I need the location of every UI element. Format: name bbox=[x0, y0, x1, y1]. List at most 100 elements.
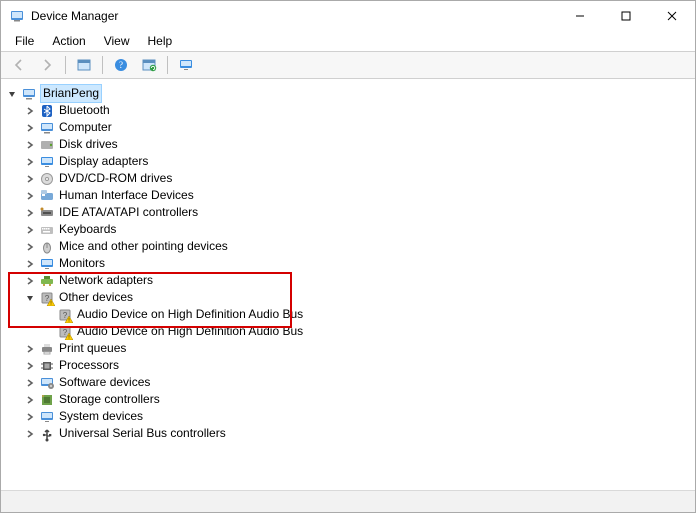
app-icon bbox=[9, 8, 25, 24]
node-label: DVD/CD-ROM drives bbox=[59, 170, 172, 187]
toolbar-monitor-button[interactable] bbox=[174, 54, 198, 76]
svg-text:?: ? bbox=[45, 294, 50, 303]
expand-toggle[interactable] bbox=[23, 359, 37, 373]
tree-node[interactable]: Computer bbox=[5, 119, 691, 136]
node-label: Universal Serial Bus controllers bbox=[59, 425, 226, 442]
expand-toggle[interactable] bbox=[23, 376, 37, 390]
tree-node[interactable]: Processors bbox=[5, 357, 691, 374]
tree-node[interactable]: System devices bbox=[5, 408, 691, 425]
computer-cat-icon bbox=[39, 120, 55, 136]
toolbar: ? bbox=[1, 51, 695, 79]
storage-icon bbox=[39, 392, 55, 408]
menubar: File Action View Help bbox=[1, 31, 695, 51]
tree-node[interactable]: Storage controllers bbox=[5, 391, 691, 408]
other-dev-icon: ?! bbox=[57, 307, 73, 323]
maximize-button[interactable] bbox=[603, 1, 649, 31]
node-label: Network adapters bbox=[59, 272, 153, 289]
expand-toggle[interactable] bbox=[23, 410, 37, 424]
tree-node[interactable]: Mice and other pointing devices bbox=[5, 238, 691, 255]
node-label: Storage controllers bbox=[59, 391, 160, 408]
printer-icon bbox=[39, 341, 55, 357]
tree-node[interactable]: Print queues bbox=[5, 340, 691, 357]
minimize-button[interactable] bbox=[557, 1, 603, 31]
toolbar-refresh-button[interactable] bbox=[137, 54, 161, 76]
menu-file[interactable]: File bbox=[7, 32, 42, 50]
node-label: Processors bbox=[59, 357, 119, 374]
tree-node[interactable]: ?! Audio Device on High Definition Audio… bbox=[5, 306, 691, 323]
node-label: Bluetooth bbox=[59, 102, 110, 119]
collapse-toggle[interactable] bbox=[5, 87, 19, 101]
cpu-icon bbox=[39, 358, 55, 374]
expand-toggle[interactable] bbox=[23, 240, 37, 254]
expand-toggle[interactable] bbox=[23, 138, 37, 152]
tree-node[interactable]: Monitors bbox=[5, 255, 691, 272]
node-label: Audio Device on High Definition Audio Bu… bbox=[77, 323, 303, 340]
node-label: Software devices bbox=[59, 374, 150, 391]
tree-node[interactable]: BrianPeng bbox=[5, 85, 691, 102]
tree-node[interactable]: Keyboards bbox=[5, 221, 691, 238]
expand-toggle[interactable] bbox=[23, 155, 37, 169]
node-label: Keyboards bbox=[59, 221, 116, 238]
tree-node[interactable]: Software devices bbox=[5, 374, 691, 391]
expand-toggle[interactable] bbox=[23, 274, 37, 288]
tree-node[interactable]: Universal Serial Bus controllers bbox=[5, 425, 691, 442]
toolbar-show-hidden-button[interactable] bbox=[72, 54, 96, 76]
expand-toggle[interactable] bbox=[23, 342, 37, 356]
network-icon bbox=[39, 273, 55, 289]
device-tree: BrianPeng Bluetooth Computer Disk drives… bbox=[1, 79, 695, 448]
tree-node[interactable]: Bluetooth bbox=[5, 102, 691, 119]
computer-icon bbox=[21, 86, 37, 102]
tree-node[interactable]: DVD/CD-ROM drives bbox=[5, 170, 691, 187]
expand-toggle[interactable] bbox=[23, 172, 37, 186]
expand-toggle[interactable] bbox=[23, 393, 37, 407]
keyboard-icon bbox=[39, 222, 55, 238]
menu-action[interactable]: Action bbox=[44, 32, 93, 50]
close-button[interactable] bbox=[649, 1, 695, 31]
expand-toggle[interactable] bbox=[23, 427, 37, 441]
toolbar-help-button[interactable]: ? bbox=[109, 54, 133, 76]
hid-icon bbox=[39, 188, 55, 204]
system-icon bbox=[39, 409, 55, 425]
node-label: Print queues bbox=[59, 340, 126, 357]
toolbar-forward-button[interactable] bbox=[35, 54, 59, 76]
disk-icon bbox=[39, 137, 55, 153]
node-label: Other devices bbox=[59, 289, 133, 306]
menu-view[interactable]: View bbox=[96, 32, 138, 50]
expand-toggle[interactable] bbox=[23, 104, 37, 118]
monitor-cat-icon bbox=[39, 256, 55, 272]
node-label: Disk drives bbox=[59, 136, 118, 153]
node-label: Audio Device on High Definition Audio Bu… bbox=[77, 306, 303, 323]
expand-toggle[interactable] bbox=[23, 223, 37, 237]
display-icon bbox=[39, 154, 55, 170]
statusbar bbox=[1, 490, 695, 512]
expand-toggle[interactable] bbox=[23, 257, 37, 271]
ide-icon bbox=[39, 205, 55, 221]
tree-node[interactable]: Network adapters bbox=[5, 272, 691, 289]
optical-icon bbox=[39, 171, 55, 187]
usb-icon bbox=[39, 426, 55, 442]
toolbar-back-button[interactable] bbox=[7, 54, 31, 76]
tree-panel[interactable]: BrianPeng Bluetooth Computer Disk drives… bbox=[1, 79, 695, 490]
other-dev-icon: ?! bbox=[57, 324, 73, 340]
tree-node[interactable]: IDE ATA/ATAPI controllers bbox=[5, 204, 691, 221]
toolbar-separator bbox=[65, 56, 66, 74]
tree-node[interactable]: Display adapters bbox=[5, 153, 691, 170]
software-icon bbox=[39, 375, 55, 391]
tree-node[interactable]: ?! Other devices bbox=[5, 289, 691, 306]
tree-node[interactable]: ?! Audio Device on High Definition Audio… bbox=[5, 323, 691, 340]
node-label: Monitors bbox=[59, 255, 105, 272]
expand-toggle[interactable] bbox=[23, 206, 37, 220]
svg-text:?: ? bbox=[63, 328, 68, 337]
toolbar-separator bbox=[167, 56, 168, 74]
node-label: IDE ATA/ATAPI controllers bbox=[59, 204, 198, 221]
bluetooth-icon bbox=[39, 103, 55, 119]
expand-toggle[interactable] bbox=[23, 189, 37, 203]
node-label: Human Interface Devices bbox=[59, 187, 194, 204]
collapse-toggle[interactable] bbox=[23, 291, 37, 305]
menu-help[interactable]: Help bbox=[140, 32, 181, 50]
other-icon: ?! bbox=[39, 290, 55, 306]
tree-node[interactable]: Disk drives bbox=[5, 136, 691, 153]
tree-node[interactable]: Human Interface Devices bbox=[5, 187, 691, 204]
node-label: System devices bbox=[59, 408, 143, 425]
expand-toggle[interactable] bbox=[23, 121, 37, 135]
